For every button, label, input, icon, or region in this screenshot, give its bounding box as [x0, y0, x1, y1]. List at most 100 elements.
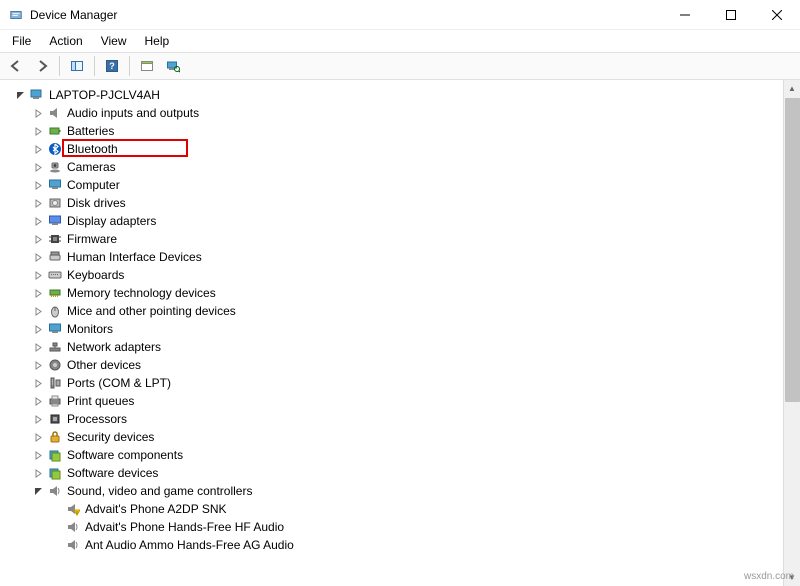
tree-item[interactable]: Security devices — [32, 428, 800, 446]
device-tree[interactable]: LAPTOP-PJCLV4AH Audio inputs and outputs… — [0, 80, 800, 586]
tree-panel: LAPTOP-PJCLV4AH Audio inputs and outputs… — [0, 80, 800, 586]
toolbar-separator — [129, 56, 130, 76]
expand-icon[interactable] — [32, 125, 44, 137]
scroll-thumb[interactable] — [785, 98, 800, 402]
collapse-icon[interactable] — [32, 485, 44, 497]
expand-icon[interactable] — [32, 341, 44, 353]
tree-item[interactable]: Monitors — [32, 320, 800, 338]
expand-icon[interactable] — [32, 323, 44, 335]
scroll-up-icon[interactable]: ▲ — [784, 80, 800, 97]
printer-icon — [47, 393, 63, 409]
tree-root[interactable]: LAPTOP-PJCLV4AH — [14, 86, 800, 104]
maximize-button[interactable] — [708, 0, 754, 30]
port-icon — [47, 375, 63, 391]
display-icon — [47, 213, 63, 229]
tree-item[interactable]: Other devices — [32, 356, 800, 374]
svg-text:!: ! — [76, 510, 77, 515]
menu-action[interactable]: Action — [41, 32, 90, 50]
disk-icon — [47, 195, 63, 211]
tree-item-label: Batteries — [67, 124, 114, 138]
menu-view[interactable]: View — [93, 32, 135, 50]
tree-item-label: Ant Audio Ammo Hands-Free AG Audio — [85, 538, 294, 552]
monitor-icon — [47, 177, 63, 193]
tree-item[interactable]: Ant Audio Ammo Hands-Free AG Audio — [50, 536, 800, 554]
tree-item[interactable]: ! Advait's Phone A2DP SNK — [50, 500, 800, 518]
expand-icon[interactable] — [32, 467, 44, 479]
minimize-button[interactable] — [662, 0, 708, 30]
tree-item[interactable]: Memory technology devices — [32, 284, 800, 302]
tree-item[interactable]: Print queues — [32, 392, 800, 410]
back-button[interactable] — [4, 54, 28, 78]
expand-icon[interactable] — [32, 251, 44, 263]
tree-item[interactable]: Display adapters — [32, 212, 800, 230]
security-icon — [47, 429, 63, 445]
tree-item[interactable]: Mice and other pointing devices — [32, 302, 800, 320]
expand-icon[interactable] — [32, 413, 44, 425]
tree-item-label: Display adapters — [67, 214, 156, 228]
sound-icon — [65, 519, 81, 535]
scan-hardware-button[interactable] — [161, 54, 185, 78]
watermark: wsxdn.com — [744, 571, 794, 582]
tree-item-label: Computer — [67, 178, 120, 192]
tree-item[interactable]: Computer — [32, 176, 800, 194]
expand-icon[interactable] — [32, 305, 44, 317]
tree-item-label: Human Interface Devices — [67, 250, 202, 264]
menu-file[interactable]: File — [4, 32, 39, 50]
tree-item[interactable]: Bluetooth — [32, 140, 800, 158]
svg-text:?: ? — [109, 61, 115, 71]
other-icon — [47, 357, 63, 373]
expand-icon[interactable] — [32, 431, 44, 443]
tree-item[interactable]: Ports (COM & LPT) — [32, 374, 800, 392]
tree-item[interactable]: Software components — [32, 446, 800, 464]
tree-item-label: Network adapters — [67, 340, 161, 354]
expand-icon[interactable] — [32, 377, 44, 389]
tree-item[interactable]: Human Interface Devices — [32, 248, 800, 266]
expand-icon[interactable] — [32, 161, 44, 173]
collapse-icon[interactable] — [14, 89, 26, 101]
tree-item[interactable]: Network adapters — [32, 338, 800, 356]
vertical-scrollbar[interactable]: ▲ ▼ — [783, 80, 800, 586]
tree-item[interactable]: Batteries — [32, 122, 800, 140]
close-button[interactable] — [754, 0, 800, 30]
cpu-icon — [47, 411, 63, 427]
menu-help[interactable]: Help — [137, 32, 178, 50]
keyboard-icon — [47, 267, 63, 283]
tree-item-label: Sound, video and game controllers — [67, 484, 252, 498]
tree-item-label: Advait's Phone A2DP SNK — [85, 502, 227, 516]
tree-item[interactable]: Audio inputs and outputs — [32, 104, 800, 122]
expand-icon[interactable] — [32, 359, 44, 371]
properties-button[interactable] — [135, 54, 159, 78]
expand-icon[interactable] — [32, 233, 44, 245]
expand-icon[interactable] — [32, 395, 44, 407]
expand-icon[interactable] — [32, 449, 44, 461]
battery-icon — [47, 123, 63, 139]
tree-item[interactable]: Firmware — [32, 230, 800, 248]
expand-icon[interactable] — [32, 143, 44, 155]
show-hide-console-button[interactable] — [65, 54, 89, 78]
tree-item-label: Ports (COM & LPT) — [67, 376, 171, 390]
tree-item[interactable]: Advait's Phone Hands-Free HF Audio — [50, 518, 800, 536]
expand-icon[interactable] — [32, 287, 44, 299]
tree-item[interactable]: Disk drives — [32, 194, 800, 212]
expand-icon[interactable] — [32, 215, 44, 227]
tree-item[interactable]: Processors — [32, 410, 800, 428]
toolbar-separator — [94, 56, 95, 76]
expand-icon[interactable] — [32, 269, 44, 281]
leaf-icon — [50, 521, 62, 533]
help-button[interactable]: ? — [100, 54, 124, 78]
expand-icon[interactable] — [32, 197, 44, 209]
tree-item[interactable]: Keyboards — [32, 266, 800, 284]
expand-icon[interactable] — [32, 179, 44, 191]
sound-icon — [65, 537, 81, 553]
tree-item-label: Advait's Phone Hands-Free HF Audio — [85, 520, 284, 534]
sound-icon — [47, 483, 63, 499]
toolbar: ? — [0, 52, 800, 80]
tree-item[interactable]: Cameras — [32, 158, 800, 176]
forward-button[interactable] — [30, 54, 54, 78]
tree-item[interactable]: Software devices — [32, 464, 800, 482]
tree-item[interactable]: Sound, video and game controllers — [32, 482, 800, 500]
tree-item-label: Other devices — [67, 358, 141, 372]
hid-icon — [47, 249, 63, 265]
tree-item-label: Firmware — [67, 232, 117, 246]
expand-icon[interactable] — [32, 107, 44, 119]
